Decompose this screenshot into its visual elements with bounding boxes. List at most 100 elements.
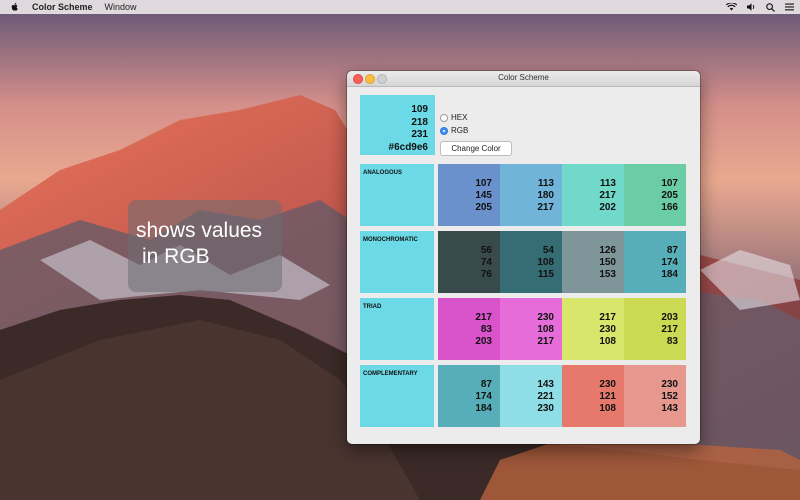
base-color-r: 109 [411, 104, 428, 115]
color-b: 108 [599, 403, 616, 414]
color-g: 230 [599, 324, 616, 335]
scheme-label-cell: COMPLEMENTARY [360, 365, 434, 427]
caption-line-2: in RGB [142, 245, 210, 268]
color-g: 83 [480, 324, 492, 335]
wifi-icon[interactable] [726, 3, 737, 11]
color-g: 152 [661, 391, 678, 402]
volume-icon[interactable] [747, 3, 756, 11]
color-r: 87 [666, 245, 678, 256]
scheme-color-cell: 143 221 230 [500, 365, 562, 427]
scheme-color-cell: 217 230 108 [562, 298, 624, 360]
scheme-label-cell: ANALOGOUS [360, 164, 434, 226]
color-g: 174 [475, 391, 492, 402]
color-g: 205 [661, 190, 678, 201]
color-b: 83 [666, 336, 678, 347]
feature-caption: shows values in RGB [128, 200, 282, 292]
radio-hex[interactable]: HEX [440, 113, 467, 122]
color-r: 217 [475, 312, 492, 323]
list-icon[interactable] [785, 3, 794, 11]
color-b: 166 [661, 202, 678, 213]
color-g: 217 [661, 324, 678, 335]
scheme-label: ANALOGOUS [363, 170, 402, 176]
scheme-color-cell: 54 108 115 [500, 231, 562, 293]
scheme-color-cell: 107 205 166 [624, 164, 686, 226]
color-g: 108 [537, 324, 554, 335]
scheme-row-triad: TRIAD 217 83 203 230 108 217 217 230 108 203 21… [360, 298, 688, 360]
color-r: 56 [480, 245, 492, 256]
scheme-row-monochromatic: MONOCHROMATIC 56 74 76 54 108 115 126 150 153 … [360, 231, 688, 293]
radio-rgb-label: RGB [451, 126, 469, 135]
color-r: 113 [537, 178, 554, 189]
caption-line-1: shows values [136, 219, 263, 242]
color-r: 54 [542, 245, 554, 256]
color-r: 230 [537, 312, 554, 323]
color-g: 145 [475, 190, 492, 201]
apple-icon[interactable] [10, 2, 20, 12]
color-r: 107 [475, 178, 492, 189]
scheme-color-cell: 203 217 83 [624, 298, 686, 360]
scheme-label: COMPLEMENTARY [363, 371, 418, 377]
scheme-color-cell: 107 145 205 [438, 164, 500, 226]
color-g: 121 [599, 391, 616, 402]
scheme-label: TRIAD [363, 304, 382, 310]
scheme-color-cell: 230 108 217 [500, 298, 562, 360]
change-color-button[interactable]: Change Color [440, 141, 512, 156]
color-r: 113 [599, 178, 616, 189]
base-color-g: 218 [411, 116, 428, 128]
color-b: 205 [475, 202, 492, 213]
base-color-values: 109 218 231 #6cd9e6 [389, 104, 428, 154]
color-b: 184 [661, 269, 678, 280]
color-b: 76 [480, 269, 492, 280]
color-g: 108 [537, 257, 554, 268]
window-titlebar[interactable]: Color Scheme [347, 71, 700, 87]
color-r: 217 [599, 312, 616, 323]
color-b: 153 [599, 269, 616, 280]
color-r: 230 [599, 379, 616, 390]
color-g: 150 [599, 257, 616, 268]
color-b: 217 [537, 202, 554, 213]
color-b: 184 [475, 403, 492, 414]
radio-hex-indicator[interactable] [440, 113, 448, 122]
radio-rgb[interactable]: RGB [440, 126, 468, 135]
color-g: 174 [661, 257, 678, 268]
scheme-label: MONOCHROMATIC [363, 237, 418, 243]
color-scheme-window: Color Scheme 109 218 231 #6cd9e6 HEX RGB… [347, 71, 700, 444]
scheme-color-cell: 230 121 108 [562, 365, 624, 427]
base-color-hex: #6cd9e6 [388, 141, 428, 153]
color-b: 230 [537, 403, 554, 414]
scheme-color-cell: 230 152 143 [624, 365, 686, 427]
color-g: 217 [599, 190, 616, 201]
radio-rgb-indicator[interactable] [440, 126, 448, 135]
window-title: Color Scheme [498, 73, 549, 82]
color-r: 230 [661, 379, 678, 390]
color-g: 221 [537, 391, 554, 402]
color-g: 180 [537, 190, 554, 201]
scheme-label-cell: MONOCHROMATIC [360, 231, 434, 293]
search-icon[interactable] [766, 2, 775, 12]
color-b: 115 [537, 269, 554, 280]
menu-bar: Color Scheme Window [0, 0, 800, 14]
scheme-color-cell: 113 180 217 [500, 164, 562, 226]
scheme-row-complementary: COMPLEMENTARY 87 174 184 143 221 230 230 121 1… [360, 365, 688, 427]
color-b: 202 [599, 202, 616, 213]
color-r: 107 [661, 178, 678, 189]
color-r: 203 [661, 312, 678, 323]
color-b: 217 [537, 336, 554, 347]
color-r: 143 [537, 379, 554, 390]
base-color-swatch: 109 218 231 #6cd9e6 [360, 95, 435, 155]
color-r: 87 [480, 379, 492, 390]
scheme-label-cell: TRIAD [360, 298, 434, 360]
scheme-color-cell: 113 217 202 [562, 164, 624, 226]
scheme-row-analogous: ANALOGOUS 107 145 205 113 180 217 113 217 202 … [360, 164, 688, 226]
base-color-b: 231 [411, 129, 428, 140]
scheme-color-cell: 87 174 184 [624, 231, 686, 293]
menubar-window-menu[interactable]: Window [105, 2, 137, 12]
menubar-app-name[interactable]: Color Scheme [32, 2, 93, 12]
scheme-color-cell: 126 150 153 [562, 231, 624, 293]
color-b: 203 [475, 336, 492, 347]
scheme-color-cell: 217 83 203 [438, 298, 500, 360]
radio-hex-label: HEX [451, 113, 468, 122]
color-r: 126 [599, 245, 616, 256]
color-g: 74 [480, 257, 492, 268]
color-b: 108 [599, 336, 616, 347]
